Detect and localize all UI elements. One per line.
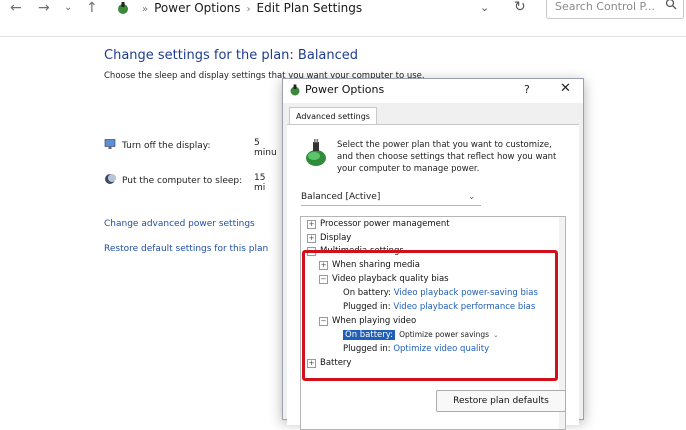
monitor-icon xyxy=(104,139,116,149)
tree-item-display[interactable]: + Display xyxy=(307,233,351,243)
help-button[interactable]: ? xyxy=(524,83,530,96)
search-placeholder: Search Control P... xyxy=(555,0,655,13)
display-timeout-row: Turn off the display: 5 minu xyxy=(104,138,277,158)
tab-strip: Advanced settings xyxy=(287,105,579,126)
annotation-highlight-box xyxy=(302,250,558,381)
refresh-icon[interactable]: ↻ xyxy=(514,0,526,15)
restore-plan-defaults-button[interactable]: Restore plan defaults xyxy=(436,390,566,412)
dialog-titlebar[interactable]: Power Options ? ✕ xyxy=(283,79,583,103)
breadcrumb-separator-icon: › xyxy=(246,4,251,15)
sleep-timeout-row: Put the computer to sleep: 15 mi xyxy=(104,173,265,193)
forward-arrow-icon[interactable]: → xyxy=(38,0,50,16)
sleep-timeout-label: Put the computer to sleep: xyxy=(122,176,243,186)
chevron-down-icon: ⌄ xyxy=(468,192,475,201)
restore-default-settings-link[interactable]: Restore default settings for this plan xyxy=(104,244,268,254)
address-bar[interactable]: » Power Options › Edit Plan Settings ⌄ xyxy=(106,0,506,16)
intro-text: Select the power plan that you want to c… xyxy=(337,140,557,174)
moon-sleep-icon xyxy=(105,174,116,184)
power-options-icon xyxy=(118,2,128,14)
search-icon xyxy=(665,0,677,10)
power-options-icon xyxy=(290,84,300,96)
breadcrumb-power-options[interactable]: Power Options xyxy=(154,1,240,15)
tree-item-processor[interactable]: + Processor power management xyxy=(307,219,450,229)
search-box[interactable]: Search Control P... xyxy=(546,0,684,19)
display-timeout-select[interactable]: 5 minu xyxy=(254,138,277,158)
breadcrumb-edit-plan[interactable]: Edit Plan Settings xyxy=(257,1,363,15)
address-toolbar: ← → ⌄ ↑ » Power Options › Edit Plan Setting… xyxy=(0,0,686,37)
up-arrow-icon[interactable]: ↑ xyxy=(86,0,98,16)
plan-select-value: Balanced [Active] xyxy=(301,192,381,202)
plan-select[interactable]: Balanced [Active] ⌄ xyxy=(301,189,481,206)
close-button[interactable]: ✕ xyxy=(560,81,571,96)
expand-icon[interactable]: + xyxy=(307,234,316,243)
dialog-title: Power Options xyxy=(305,83,385,96)
address-dropdown-icon[interactable]: ⌄ xyxy=(480,0,489,16)
breadcrumb-separator-icon: » xyxy=(142,4,149,15)
recent-dropdown-icon[interactable]: ⌄ xyxy=(64,0,72,16)
back-arrow-icon[interactable]: ← xyxy=(10,0,22,16)
expand-icon[interactable]: + xyxy=(307,220,316,229)
page-title: Change settings for the plan: Balanced xyxy=(104,48,359,63)
power-plug-icon xyxy=(306,139,326,166)
display-timeout-label: Turn off the display: xyxy=(122,141,211,151)
change-advanced-settings-link[interactable]: Change advanced power settings xyxy=(104,219,255,229)
sleep-timeout-select[interactable]: 15 mi xyxy=(254,173,265,193)
